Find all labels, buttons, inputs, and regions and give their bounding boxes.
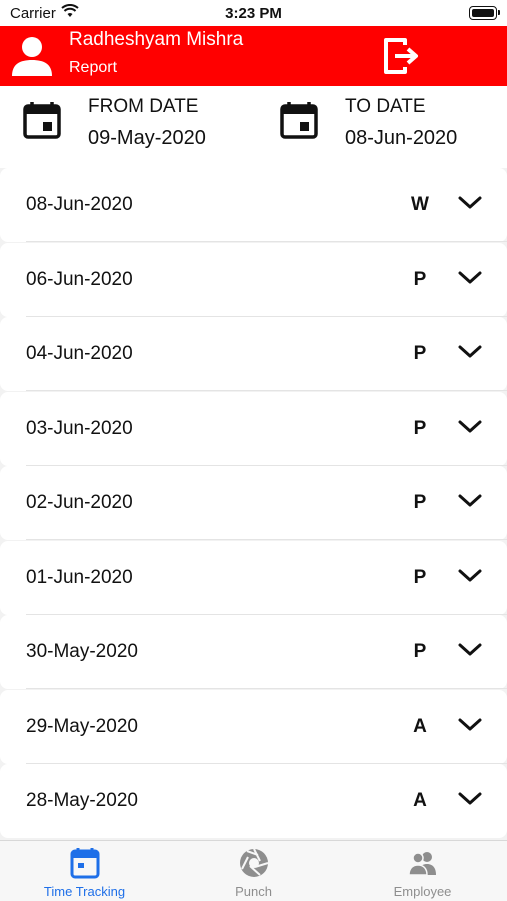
tab-label: Time Tracking <box>43 884 126 899</box>
chevron-down-icon[interactable] <box>457 418 483 436</box>
list-item[interactable]: 01-Jun-2020 P <box>0 540 507 615</box>
user-name: Radheshyam Mishra <box>69 29 244 50</box>
tab-time-tracking[interactable]: Time Tracking <box>0 841 169 901</box>
list-item[interactable]: 03-Jun-2020 P <box>0 391 507 466</box>
to-date-value: 08-Jun-2020 <box>345 127 458 149</box>
chevron-down-icon[interactable] <box>457 269 483 287</box>
record-date: 02-Jun-2020 <box>26 492 133 513</box>
user-avatar-icon <box>12 37 52 76</box>
list-item[interactable]: 08-Jun-2020 W <box>0 168 507 242</box>
record-date: 28-May-2020 <box>26 790 138 811</box>
battery-icon <box>469 6 500 20</box>
calendar-icon <box>70 848 99 879</box>
date-range-bar: FROM DATE 09-May-2020 TO DATE 08-Jun-202… <box>0 86 507 168</box>
record-date: 01-Jun-2020 <box>26 566 133 588</box>
chevron-down-icon[interactable] <box>457 567 483 585</box>
from-date-label: FROM DATE <box>88 96 199 117</box>
chevron-down-icon[interactable] <box>457 492 483 510</box>
record-date: 29-May-2020 <box>26 715 138 737</box>
chevron-down-icon[interactable] <box>457 641 483 659</box>
divider <box>26 539 507 540</box>
attendance-list: 08-Jun-2020 W 06-Jun-2020 P 04-Jun-2020 … <box>0 168 507 840</box>
list-item[interactable]: 06-Jun-2020 P <box>0 242 507 317</box>
status-badge: P <box>413 417 427 439</box>
chevron-down-icon[interactable] <box>457 194 483 212</box>
to-date-label: TO DATE <box>345 96 426 117</box>
status-badge: A <box>413 790 427 811</box>
calendar-icon <box>280 102 318 139</box>
logout-icon[interactable] <box>381 36 421 76</box>
status-badge: P <box>413 343 427 364</box>
from-date-value: 09-May-2020 <box>88 127 206 149</box>
list-item[interactable]: 28-May-2020 A <box>0 764 507 838</box>
tab-label: Punch <box>235 884 272 899</box>
record-date: 04-Jun-2020 <box>26 343 133 364</box>
chevron-down-icon[interactable] <box>457 716 483 734</box>
record-date: 06-Jun-2020 <box>26 268 133 290</box>
record-date: 08-Jun-2020 <box>26 194 133 215</box>
tab-label: Employee <box>393 884 452 899</box>
to-date-picker[interactable]: TO DATE 08-Jun-2020 <box>279 86 507 168</box>
status-badge: P <box>413 566 427 588</box>
calendar-icon <box>23 102 61 139</box>
list-item[interactable]: 02-Jun-2020 P <box>0 466 507 540</box>
chevron-down-icon[interactable] <box>457 343 483 361</box>
list-item[interactable]: 04-Jun-2020 P <box>0 317 507 391</box>
status-badge: W <box>411 194 429 215</box>
divider <box>26 390 507 391</box>
page-subtitle: Report <box>69 59 118 76</box>
status-badge: A <box>413 715 427 737</box>
status-bar: Carrier 3:23 PM <box>0 0 507 26</box>
camera-aperture-icon <box>239 848 268 877</box>
tab-punch[interactable]: Punch <box>169 841 338 901</box>
record-date: 30-May-2020 <box>26 641 138 662</box>
clock: 3:23 PM <box>225 5 282 22</box>
divider <box>26 241 507 242</box>
tab-bar: Time Tracking Punch Employee <box>0 840 507 901</box>
list-item[interactable]: 30-May-2020 P <box>0 615 507 689</box>
tab-employee[interactable]: Employee <box>338 841 507 901</box>
status-badge: P <box>413 492 427 513</box>
people-icon <box>407 852 436 876</box>
chevron-down-icon[interactable] <box>457 790 483 808</box>
status-badge: P <box>413 641 427 662</box>
status-badge: P <box>413 268 427 290</box>
from-date-picker[interactable]: FROM DATE 09-May-2020 <box>22 86 262 168</box>
list-item[interactable]: 29-May-2020 A <box>0 689 507 764</box>
divider <box>26 688 507 689</box>
record-date: 03-Jun-2020 <box>26 417 133 439</box>
app-header: Radheshyam Mishra Report <box>0 26 507 86</box>
